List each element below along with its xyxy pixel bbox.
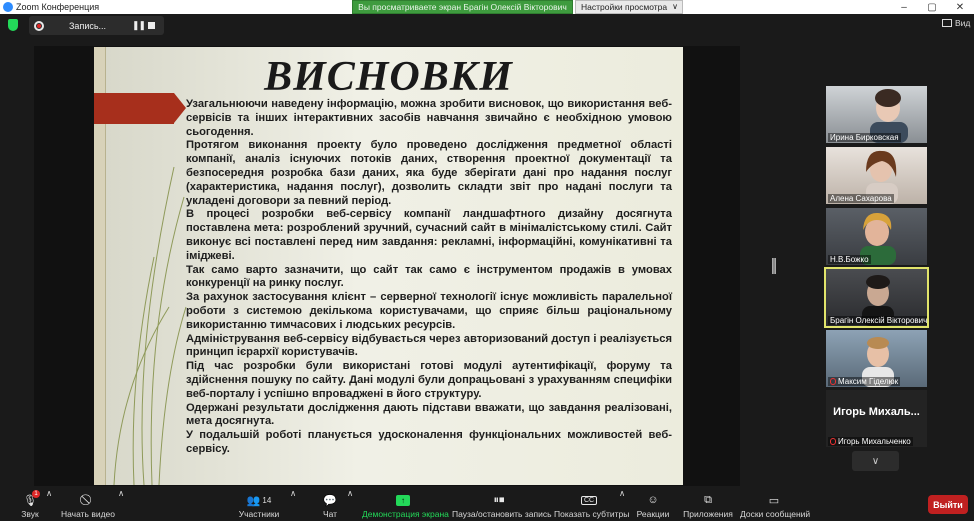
- pause-recording-icon[interactable]: ❚❚: [132, 20, 146, 31]
- apps-label: Приложения: [683, 509, 733, 519]
- start-video-label: Начать видео: [60, 509, 115, 519]
- participants-options-caret[interactable]: ∧: [290, 488, 296, 499]
- participants-button[interactable]: 👥 14 Участники: [236, 488, 282, 521]
- slide-paragraph: Під час розробки були використані готові…: [186, 360, 672, 400]
- participant-name: Н.В.Божко: [828, 255, 871, 264]
- participant-name: Максим Гіделюк: [828, 377, 901, 386]
- chat-icon: 💬: [323, 494, 337, 507]
- chevron-down-icon: ∨: [672, 2, 678, 11]
- audio-button[interactable]: 🎙 1 Звук: [14, 488, 46, 521]
- participant-tile[interactable]: Игорь Михаль... Игорь Михальченко: [826, 390, 927, 447]
- participant-name: Ирина Бирковская: [828, 133, 901, 142]
- show-subtitles-button[interactable]: CC Показать субтитры: [554, 488, 630, 521]
- participant-tile-active[interactable]: Брагін Олексій Вікторович: [824, 267, 929, 328]
- pause-stop-icon: ⏸⏹: [493, 493, 505, 506]
- pause-stop-recording-label: Пауза/остановить запись: [452, 509, 552, 519]
- share-screen-button[interactable]: ↑ Демонстрация экрана: [362, 488, 449, 521]
- slide-paragraph: За рахунок застосування клієнт – серверн…: [186, 291, 672, 331]
- reactions-icon: ☺: [647, 494, 659, 506]
- participant-display-name: Игорь Михаль...: [833, 406, 920, 418]
- chevron-down-icon: ∨: [871, 455, 880, 467]
- slide-title: ВИСНОВКИ: [264, 54, 513, 100]
- participant-name: Брагін Олексій Вікторович: [828, 316, 928, 325]
- view-options-dropdown[interactable]: Настройки просмотра ∨: [575, 0, 683, 14]
- slide-paragraph: Так само варто зазначити, що сайт так са…: [186, 263, 672, 290]
- slide-body: Узагальнюючи наведену інформацію, можна …: [186, 98, 672, 457]
- subtitles-options-caret[interactable]: ∧: [619, 488, 625, 499]
- participant-tile[interactable]: Н.В.Божко: [826, 208, 927, 265]
- participant-tile[interactable]: Максим Гіделюк: [826, 330, 927, 387]
- apps-icon: ⧉: [704, 493, 712, 506]
- recording-indicator: Запись... ❚❚: [29, 16, 164, 35]
- zoom-logo-icon: [3, 2, 13, 12]
- view-button-label: Вид: [955, 18, 971, 28]
- participant-tile[interactable]: Ирина Бирковская: [826, 86, 927, 143]
- security-shield-icon[interactable]: [8, 19, 18, 31]
- microphone-icon: 🎙: [23, 494, 37, 507]
- panel-resize-handle[interactable]: [772, 258, 776, 274]
- start-video-button[interactable]: ⃠ Начать видео: [60, 488, 116, 521]
- reactions-button[interactable]: ☺ Реакции: [636, 488, 670, 521]
- chat-label: Чат: [322, 509, 338, 519]
- share-screen-icon: ↑: [396, 494, 410, 506]
- chat-options-caret[interactable]: ∧: [347, 488, 353, 499]
- whiteboards-button[interactable]: ▭ Доски сообщений: [740, 488, 811, 521]
- slide-paragraph: Адміністрування веб-сервісу відбувається…: [186, 332, 672, 359]
- participant-tile[interactable]: Алена Сахарова: [826, 147, 927, 204]
- share-screen-label: Демонстрация экрана: [362, 509, 449, 519]
- audio-label: Звук: [21, 509, 39, 519]
- slide-paragraph: Узагальнюючи наведену інформацію, можна …: [186, 98, 672, 138]
- grid-view-icon: [942, 19, 952, 27]
- minimize-icon[interactable]: –: [890, 0, 918, 14]
- chat-button[interactable]: 💬 Чат: [316, 488, 344, 521]
- view-button[interactable]: Вид: [942, 18, 970, 28]
- close-icon[interactable]: ✕: [946, 0, 974, 14]
- show-subtitles-label: Показать субтитры: [554, 509, 630, 519]
- cc-icon: CC: [554, 491, 624, 509]
- slide-paragraph: В процесі розробки веб-сервісу компанії …: [186, 208, 672, 262]
- view-options-label: Настройки просмотра: [581, 2, 668, 12]
- record-icon: [34, 20, 44, 31]
- leave-button[interactable]: Выйти: [928, 495, 968, 514]
- slide-paragraph: Протягом виконання проекту було проведен…: [186, 139, 672, 207]
- mic-muted-icon: [830, 378, 836, 386]
- video-options-caret[interactable]: ∧: [118, 488, 124, 499]
- video-off-icon: ⃠: [60, 491, 116, 509]
- reactions-label: Реакции: [636, 509, 670, 519]
- audio-badge: 1: [32, 490, 40, 498]
- maximize-icon[interactable]: ▢: [918, 0, 946, 14]
- window-controls: – ▢ ✕: [890, 0, 974, 14]
- apps-button[interactable]: ⧉ Приложения: [683, 488, 733, 521]
- slide-paragraph: Одержані результати дослідження дають пі…: [186, 401, 672, 428]
- slide-paragraph: У подальшій роботі планується удосконале…: [186, 429, 672, 455]
- participants-count: 14: [262, 495, 272, 505]
- presentation-slide: ВИСНОВКИ Узагальнюючи наведену інформаці…: [94, 47, 683, 485]
- whiteboard-icon: ▭: [768, 494, 780, 507]
- participant-name: Игорь Михальченко: [828, 437, 913, 446]
- more-participants-button[interactable]: ∨: [852, 451, 899, 471]
- share-banner: Вы просматриваете экран Брагін Олексій В…: [352, 0, 573, 14]
- participants-label: Участники: [238, 509, 280, 519]
- participant-name: Алена Сахарова: [828, 194, 894, 203]
- whiteboards-label: Доски сообщений: [740, 509, 811, 519]
- recording-label: Запись...: [69, 20, 107, 31]
- meeting-toolbar: 🎙 1 Звук ∧ ⃠ Начать видео ∧ 👥14 Участник…: [0, 488, 974, 521]
- pause-stop-recording-button[interactable]: ⏸⏹ Пауза/остановить запись: [452, 488, 552, 521]
- window-title: Zoom Конференция: [16, 2, 100, 12]
- participants-icon: 👥 14: [246, 494, 272, 507]
- stop-recording-icon[interactable]: [148, 22, 155, 29]
- audio-options-caret[interactable]: ∧: [46, 488, 52, 499]
- zoom-window: Zoom Конференция – ▢ ✕ Вы просматриваете…: [0, 0, 974, 521]
- mic-muted-icon: [830, 438, 836, 446]
- meeting-top-bar: Запись... ❚❚ Вид: [0, 14, 974, 38]
